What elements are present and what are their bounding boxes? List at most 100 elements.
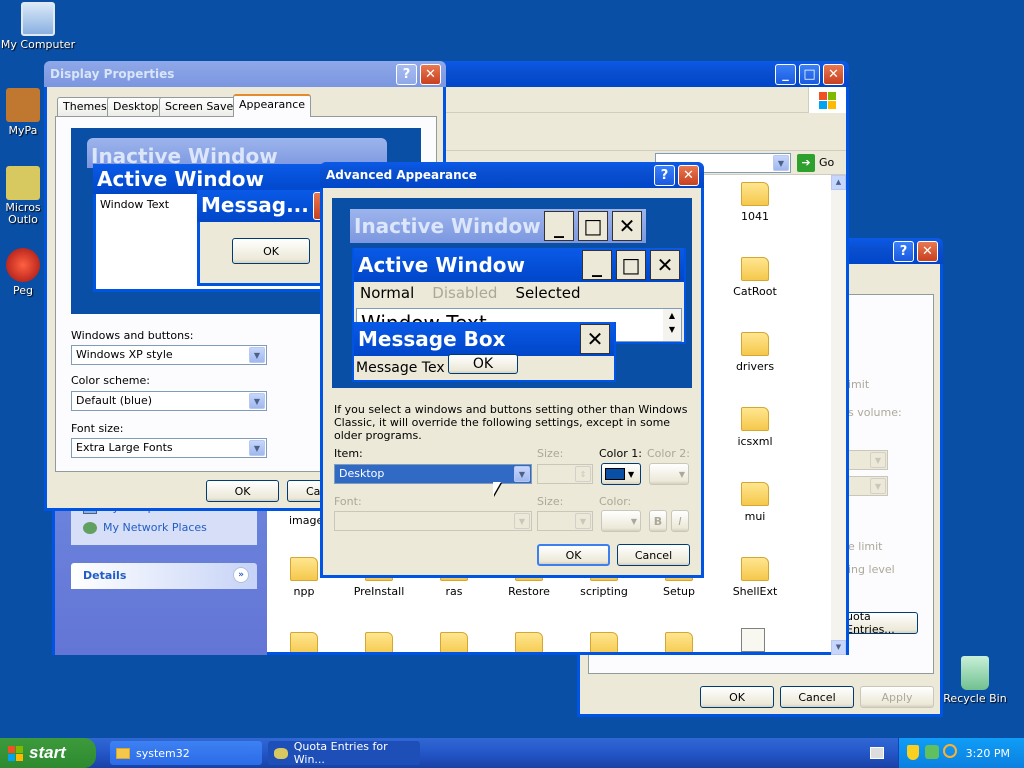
help-button[interactable]: ? xyxy=(654,165,675,186)
select-value: Windows XP style xyxy=(76,348,173,361)
scroll-up-button[interactable]: ▲ xyxy=(831,175,846,190)
desktop-icon-my-pictures[interactable]: MyPa xyxy=(0,88,46,137)
desktop-icon-my-computer[interactable]: My Computer xyxy=(0,2,76,51)
chevron-down-icon: ▼ xyxy=(249,393,265,409)
folder-icon xyxy=(440,632,468,652)
settings-file-icon[interactable] xyxy=(741,628,765,652)
folder-item[interactable] xyxy=(269,632,339,652)
folder-item[interactable] xyxy=(644,632,714,652)
chevron-down-icon: ▼ xyxy=(514,466,530,482)
tab-themes[interactable]: Themes xyxy=(57,97,113,117)
clock: 3:20 PM xyxy=(965,746,1010,760)
folder-label: npp xyxy=(293,585,315,598)
size-spinner[interactable]: ⇕ xyxy=(537,464,593,484)
font-color-picker[interactable]: ▼ xyxy=(601,510,641,532)
select-value: Default (blue) xyxy=(76,394,153,407)
tab-screen-saver[interactable]: Screen Saver xyxy=(159,97,244,117)
font-size-label: Font size: xyxy=(71,422,124,435)
help-button[interactable]: ? xyxy=(396,64,417,85)
go-arrow-icon[interactable]: ➔ xyxy=(797,154,815,172)
font-size-select[interactable]: ▼ xyxy=(537,511,593,531)
minimize-button[interactable]: _ xyxy=(775,64,796,85)
chevron-down-icon: ▼ xyxy=(575,513,591,529)
quota-warning-combo[interactable]: ▼ xyxy=(848,476,888,496)
scrollbar-vertical[interactable]: ▲ ▼ xyxy=(831,175,846,655)
close-button[interactable]: ✕ xyxy=(917,241,938,262)
quota-entries-button[interactable]: uota Entries... xyxy=(842,610,918,636)
quota-apply-button[interactable]: Apply xyxy=(860,686,934,708)
close-icon: ✕ xyxy=(580,324,610,354)
folder-item[interactable]: icsxml xyxy=(720,407,790,448)
color1-picker[interactable]: ▼ xyxy=(601,463,641,485)
desktop-icon-pegasus[interactable]: Peg xyxy=(0,248,46,297)
preview-menu-disabled: Disabled xyxy=(432,284,498,302)
quota-ok-button[interactable]: OK xyxy=(700,686,774,708)
details-header[interactable]: Details » xyxy=(71,563,257,589)
advanced-info-text: If you select a windows and buttons sett… xyxy=(334,403,688,442)
close-button[interactable]: ✕ xyxy=(678,165,699,186)
preview-ok-button: OK xyxy=(232,238,310,264)
bold-button[interactable]: B xyxy=(649,510,667,532)
folder-icon xyxy=(741,407,769,431)
folder-item[interactable]: CatRoot xyxy=(720,257,790,298)
size-label: Size: xyxy=(537,447,564,460)
folder-item[interactable] xyxy=(494,632,564,652)
close-icon: ✕ xyxy=(650,250,680,280)
place-item[interactable]: My Network Places xyxy=(83,521,207,534)
go-button-label[interactable]: Go xyxy=(819,156,834,169)
keyboard-icon[interactable] xyxy=(870,747,884,759)
folder-item[interactable] xyxy=(569,632,639,652)
folder-label: 1041 xyxy=(741,210,769,223)
search-icon[interactable] xyxy=(943,744,957,758)
maximize-button[interactable]: □ xyxy=(799,64,820,85)
folder-item[interactable] xyxy=(344,632,414,652)
folder-item[interactable]: mui xyxy=(720,482,790,523)
color-scheme-select[interactable]: Default (blue) ▼ xyxy=(71,391,267,411)
security-shield-icon[interactable] xyxy=(907,745,919,760)
window-title: Advanced Appearance xyxy=(326,168,477,182)
details-label: Details xyxy=(83,569,127,582)
font-size-select[interactable]: Extra Large Fonts ▼ xyxy=(71,438,267,458)
close-button[interactable]: ✕ xyxy=(823,64,844,85)
taskbar-item-label: system32 xyxy=(136,746,190,760)
advanced-ok-button[interactable]: OK xyxy=(537,544,610,566)
folder-item[interactable] xyxy=(419,632,489,652)
minimize-icon: _ xyxy=(582,250,612,280)
item-label: Item: xyxy=(334,447,363,460)
color-scheme-label: Color scheme: xyxy=(71,374,150,387)
folder-icon xyxy=(741,557,769,581)
color2-picker[interactable]: ▼ xyxy=(649,463,689,485)
font-select[interactable]: ▼ xyxy=(334,511,532,531)
display-ok-button[interactable]: OK xyxy=(206,480,279,502)
folder-item[interactable]: ShellExt xyxy=(720,557,790,598)
advanced-cancel-button[interactable]: Cancel xyxy=(617,544,690,566)
quota-limit-combo[interactable]: ▼ xyxy=(848,450,888,470)
desktop-icon-label: My Computer xyxy=(0,38,76,51)
close-button[interactable]: ✕ xyxy=(420,64,441,85)
network-tray-icon[interactable] xyxy=(925,745,939,759)
scroll-down-button[interactable]: ▼ xyxy=(831,640,846,655)
folder-label: drivers xyxy=(735,360,775,373)
taskbar-item-system32[interactable]: system32 xyxy=(110,741,262,765)
folder-item[interactable]: 1041 xyxy=(720,182,790,223)
desktop-icon-recycle-bin[interactable]: Recycle Bin xyxy=(940,656,1010,705)
quota-text-fragment: s volume: xyxy=(848,406,902,419)
item-select[interactable]: Desktop ▼ xyxy=(334,464,532,484)
folder-icon xyxy=(365,632,393,652)
color1-label: Color 1: xyxy=(599,447,642,460)
folder-icon xyxy=(590,632,618,652)
windows-buttons-select[interactable]: Windows XP style ▼ xyxy=(71,345,267,365)
desktop-icon-outlook[interactable]: Micros Outlo xyxy=(0,166,46,226)
quota-cancel-button[interactable]: Cancel xyxy=(780,686,854,708)
outlook-icon xyxy=(6,166,40,200)
minimize-icon: _ xyxy=(544,211,574,241)
folder-icon xyxy=(741,332,769,356)
desktop-icon-label: Recycle Bin xyxy=(943,692,1007,705)
folder-item[interactable]: drivers xyxy=(720,332,790,373)
tab-desktop[interactable]: Desktop xyxy=(107,97,165,117)
tab-appearance[interactable]: Appearance xyxy=(233,94,312,117)
taskbar-item-quota-entries[interactable]: Quota Entries for Win... xyxy=(268,740,420,766)
italic-button[interactable]: I xyxy=(671,510,689,532)
help-button[interactable]: ? xyxy=(893,241,914,262)
start-button[interactable]: start xyxy=(0,738,96,768)
